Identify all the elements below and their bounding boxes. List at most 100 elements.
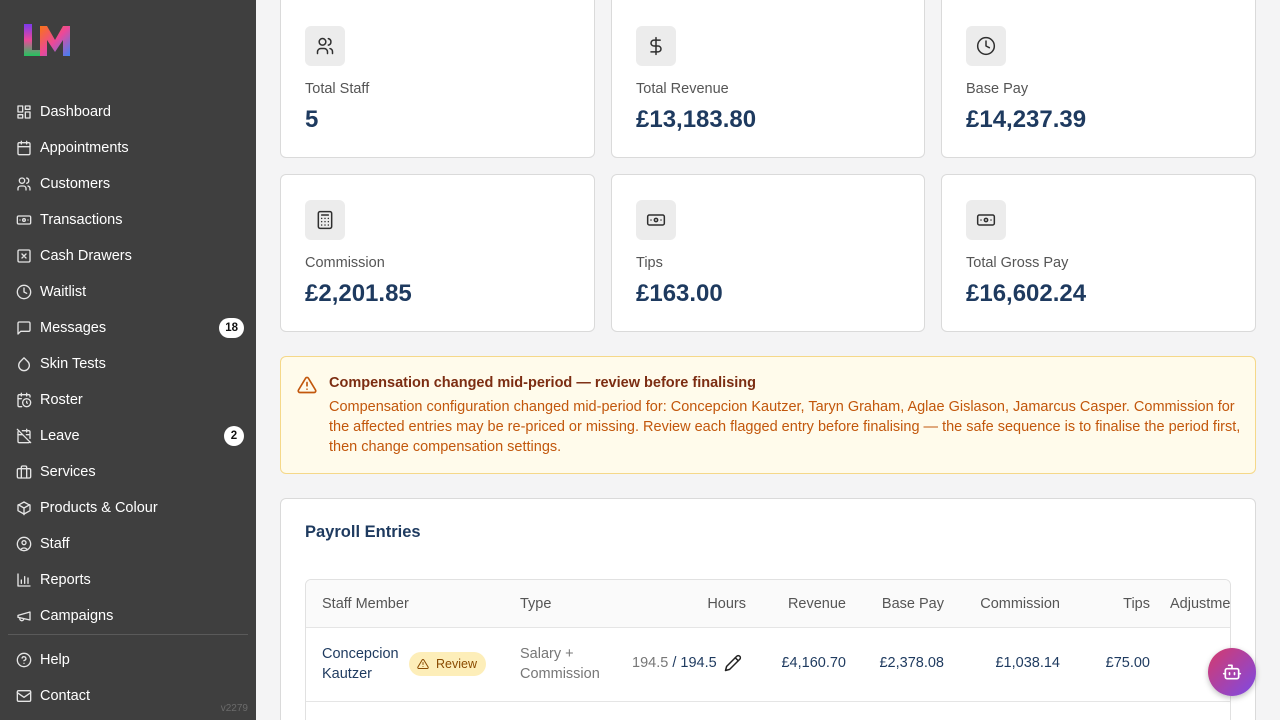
package-icon	[16, 500, 32, 516]
bot-icon	[1222, 664, 1242, 680]
edit-hours-pencil-icon[interactable]	[724, 654, 742, 672]
sidebar-item-leave[interactable]: Leave 2	[0, 418, 256, 454]
sidebar-item-messages[interactable]: Messages 18	[0, 310, 256, 346]
sidebar-item-label: Leave	[40, 428, 80, 444]
stat-card-base-pay: Base Pay £14,237.39	[941, 0, 1256, 158]
sidebar: Dashboard Appointments Customers Transac…	[0, 0, 256, 720]
sidebar-item-appointments[interactable]: Appointments	[0, 130, 256, 166]
warning-icon	[297, 375, 317, 395]
sidebar-item-label: Transactions	[40, 212, 123, 228]
stat-card-total-staff: Total Staff 5	[280, 0, 595, 158]
column-header-base-pay[interactable]: Base Pay	[882, 596, 944, 612]
sidebar-item-waitlist[interactable]: Waitlist	[0, 274, 256, 310]
stat-label: Base Pay	[966, 81, 1029, 97]
ai-assistant-button[interactable]	[1208, 648, 1256, 696]
sidebar-item-label: Staff	[40, 536, 70, 552]
stat-value: £13,183.80	[636, 106, 757, 133]
column-header-commission[interactable]: Commission	[980, 596, 1060, 612]
commission-value: £1,038.14	[995, 655, 1060, 671]
column-header-type[interactable]: Type	[520, 596, 551, 612]
sidebar-nav: Dashboard Appointments Customers Transac…	[0, 94, 256, 635]
pay-type: Salary + Commission	[520, 646, 600, 682]
banknote-icon	[966, 200, 1006, 240]
stat-label: Commission	[305, 255, 385, 271]
stat-value: £2,201.85	[305, 280, 412, 307]
app-logo[interactable]	[22, 22, 76, 58]
sidebar-item-label: Skin Tests	[40, 356, 106, 372]
sidebar-item-cash-drawers[interactable]: Cash Drawers	[0, 238, 256, 274]
warning-icon	[417, 658, 429, 669]
stat-card-commission: Commission £2,201.85	[280, 174, 595, 332]
main-content: Total Staff 5 Total Revenue £13,183.80 B…	[256, 0, 1280, 720]
sidebar-item-label: Contact	[40, 688, 90, 704]
sidebar-item-label: Customers	[40, 176, 111, 192]
hours-value: 194.5 / 194.5	[632, 655, 717, 671]
dollar-icon	[636, 26, 676, 66]
tips-value: £75.00	[1105, 655, 1150, 671]
users-icon	[305, 26, 345, 66]
mail-icon	[16, 688, 32, 704]
sidebar-item-dashboard[interactable]: Dashboard	[0, 94, 256, 130]
payroll-entries-card: Payroll Entries Staff Member Type Hours …	[280, 498, 1256, 720]
staff-name[interactable]: Concepcion Kautzer	[322, 644, 412, 684]
column-header-hours[interactable]: Hours	[707, 596, 746, 612]
table-row[interactable]: Concepcion Kautzer Review Salary + Commi…	[306, 628, 1230, 702]
sidebar-item-label: Reports	[40, 572, 91, 588]
sidebar-item-campaigns[interactable]: Campaigns	[0, 598, 256, 634]
sidebar-item-transactions[interactable]: Transactions	[0, 202, 256, 238]
stat-card-total-gross-pay: Total Gross Pay £16,602.24	[941, 174, 1256, 332]
sidebar-item-products-colour[interactable]: Products & Colour	[0, 490, 256, 526]
payroll-table[interactable]: Staff Member Type Hours Revenue Base Pay…	[305, 579, 1231, 720]
stat-value: £16,602.24	[966, 280, 1087, 307]
stat-card-tips: Tips £163.00	[611, 174, 925, 332]
sidebar-item-services[interactable]: Services	[0, 454, 256, 490]
messages-count-badge: 18	[219, 318, 244, 338]
sidebar-item-contact[interactable]: Contact	[0, 678, 256, 714]
dashboard-icon	[16, 104, 32, 120]
column-header-adjustments[interactable]: Adjustments	[1170, 596, 1230, 612]
sidebar-item-label: Products & Colour	[40, 500, 158, 516]
column-header-staff-member[interactable]: Staff Member	[322, 596, 409, 612]
alert-body: Compensation configuration changed mid-p…	[329, 399, 1241, 455]
sidebar-item-customers[interactable]: Customers	[0, 166, 256, 202]
stat-value: 5	[305, 106, 319, 133]
sidebar-item-roster[interactable]: Roster	[0, 382, 256, 418]
sidebar-item-skin-tests[interactable]: Skin Tests	[0, 346, 256, 382]
sidebar-item-label: Cash Drawers	[40, 248, 132, 264]
clock-icon	[16, 284, 32, 300]
sidebar-item-label: Dashboard	[40, 104, 111, 120]
hours-paid: 194.5	[680, 655, 717, 671]
calendar-clock-icon	[16, 392, 32, 408]
megaphone-icon	[16, 608, 32, 624]
logo-icon	[24, 24, 70, 56]
column-header-tips[interactable]: Tips	[1123, 596, 1150, 612]
clock-icon	[966, 26, 1006, 66]
users-icon	[16, 176, 32, 192]
sidebar-item-label: Messages	[40, 320, 107, 336]
sidebar-bottom-nav: Help Contact	[0, 642, 256, 714]
stat-card-total-revenue: Total Revenue £13,183.80	[611, 0, 925, 158]
stat-label: Total Staff	[305, 81, 370, 97]
banknote-icon	[636, 200, 676, 240]
hours-actual: 194.5	[632, 655, 669, 671]
sidebar-divider	[8, 634, 248, 635]
table-header: Staff Member Type Hours Revenue Base Pay…	[306, 580, 1230, 628]
stat-value: £14,237.39	[966, 106, 1087, 133]
user-circle-icon	[16, 536, 32, 552]
base-pay-value: £2,378.08	[879, 655, 944, 671]
calendar-off-icon	[16, 428, 32, 444]
sidebar-item-help[interactable]: Help	[0, 642, 256, 678]
column-header-revenue[interactable]: Revenue	[788, 596, 846, 612]
sidebar-item-reports[interactable]: Reports	[0, 562, 256, 598]
stat-label: Tips	[636, 255, 663, 271]
section-title: Payroll Entries	[305, 523, 421, 541]
sidebar-item-staff[interactable]: Staff	[0, 526, 256, 562]
leave-count-badge: 2	[224, 426, 244, 446]
calculator-icon	[305, 200, 345, 240]
briefcase-icon	[16, 464, 32, 480]
sidebar-item-label: Appointments	[40, 140, 129, 156]
sidebar-item-label: Help	[40, 652, 70, 668]
stat-label: Total Revenue	[636, 81, 729, 97]
stat-label: Total Gross Pay	[966, 255, 1069, 271]
help-icon	[16, 652, 32, 668]
